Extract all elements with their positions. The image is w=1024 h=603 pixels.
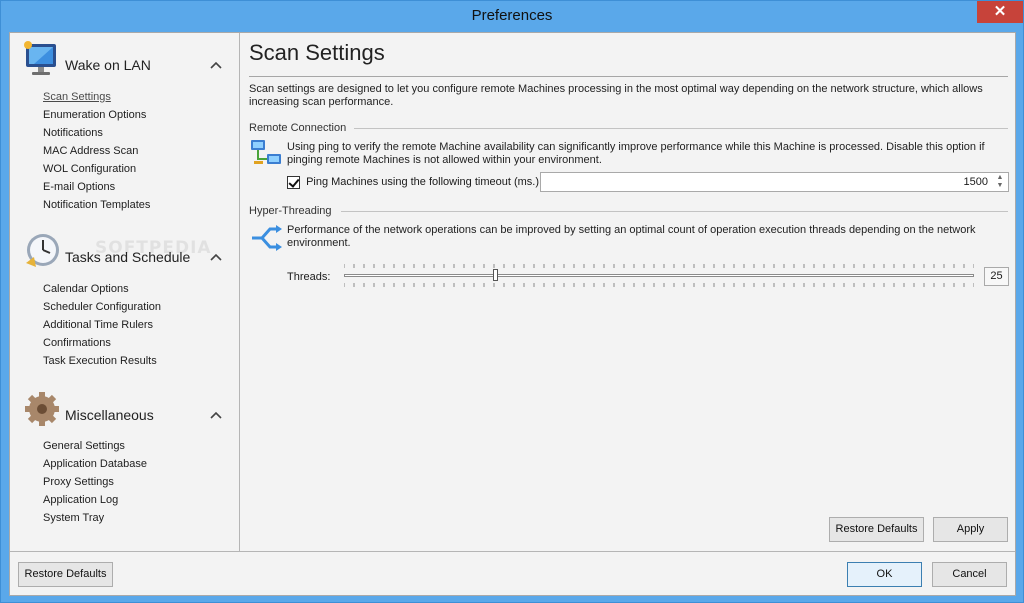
slider-ticks-bottom	[344, 283, 974, 287]
sidebar: SOFTPEDIA Wake on LAN Scan Settings Enum…	[10, 33, 240, 551]
window-title: Preferences	[471, 7, 553, 24]
threads-label: Threads:	[287, 271, 331, 283]
threads-slider[interactable]	[344, 261, 974, 287]
page-title: Scan Settings	[249, 40, 385, 65]
section-divider	[341, 211, 1008, 212]
sidebar-item-system-tray[interactable]: System Tray	[43, 509, 147, 527]
group-header-tasks-and-schedule[interactable]: Tasks and Schedule	[10, 231, 240, 281]
sidebar-item-email-options[interactable]: E-mail Options	[43, 178, 150, 196]
remote-connection-text: Using ping to verify the remote Machine …	[287, 141, 985, 166]
sidebar-item-application-log[interactable]: Application Log	[43, 491, 147, 509]
preferences-window: Preferences ✕ SOFTPEDIA Wake on LAN Scan…	[0, 0, 1024, 603]
sidebar-item-notification-templates[interactable]: Notification Templates	[43, 196, 150, 214]
network-ping-icon	[251, 140, 281, 164]
spin-arrows[interactable]: ▲ ▼	[994, 174, 1006, 190]
settings-panel: Scan Settings Scan settings are designed…	[241, 33, 1015, 551]
ping-timeout-input[interactable]: 1500 ▲ ▼	[540, 172, 1009, 192]
sidebar-item-scan-settings[interactable]: Scan Settings	[43, 88, 150, 106]
spin-up-icon[interactable]: ▲	[994, 174, 1006, 182]
slider-track[interactable]	[344, 274, 974, 277]
group-title: Tasks and Schedule	[65, 249, 191, 265]
ping-checkbox-label: Ping Machines using the following timeou…	[306, 176, 543, 188]
cancel-button[interactable]: Cancel	[932, 562, 1007, 587]
ok-button[interactable]: OK	[847, 562, 922, 587]
sidebar-item-general-settings[interactable]: General Settings	[43, 437, 147, 455]
sidebar-item-enumeration-options[interactable]: Enumeration Options	[43, 106, 150, 124]
clock-icon	[26, 234, 59, 267]
ping-timeout-value: 1500	[963, 176, 988, 188]
chevron-up-icon[interactable]	[210, 252, 222, 262]
ping-option[interactable]: Ping Machines using the following timeou…	[287, 174, 542, 190]
nav-list-tasks-and-schedule: Calendar Options Scheduler Configuration…	[43, 280, 161, 370]
section-heading-hyper-threading: Hyper-Threading	[249, 205, 332, 217]
chevron-up-icon[interactable]	[210, 410, 222, 420]
nav-list-wake-on-lan: Scan Settings Enumeration Options Notifi…	[43, 88, 150, 214]
spin-down-icon[interactable]: ▼	[994, 182, 1006, 190]
nav-list-miscellaneous: General Settings Application Database Pr…	[43, 437, 147, 527]
group-header-miscellaneous[interactable]: Miscellaneous	[10, 389, 240, 439]
restore-defaults-panel-button[interactable]: Restore Defaults	[829, 517, 924, 542]
sidebar-item-notifications[interactable]: Notifications	[43, 124, 150, 142]
sidebar-item-scheduler-configuration[interactable]: Scheduler Configuration	[43, 298, 161, 316]
ping-checkbox[interactable]	[287, 175, 300, 189]
dialog-footer: Restore Defaults OK Cancel	[10, 551, 1015, 596]
sidebar-item-confirmations[interactable]: Confirmations	[43, 334, 161, 352]
monitor-icon	[24, 41, 56, 75]
sidebar-item-task-execution-results[interactable]: Task Execution Results	[43, 352, 161, 370]
gear-icon	[25, 392, 59, 426]
group-title: Wake on LAN	[65, 57, 151, 73]
group-header-wake-on-lan[interactable]: Wake on LAN	[10, 39, 240, 89]
sidebar-item-additional-time-rulers[interactable]: Additional Time Rulers	[43, 316, 161, 334]
chevron-up-icon[interactable]	[210, 60, 222, 70]
slider-ticks-top	[344, 264, 974, 268]
hyper-threading-icon	[252, 225, 282, 251]
threads-value: 25	[984, 267, 1009, 286]
apply-button[interactable]: Apply	[933, 517, 1008, 542]
sidebar-item-proxy-settings[interactable]: Proxy Settings	[43, 473, 147, 491]
section-divider	[354, 128, 1008, 129]
title-divider	[249, 76, 1008, 77]
group-title: Miscellaneous	[65, 407, 154, 423]
slider-thumb[interactable]	[493, 269, 498, 281]
sidebar-item-mac-address-scan[interactable]: MAC Address Scan	[43, 142, 150, 160]
close-button[interactable]: ✕	[977, 1, 1023, 23]
sidebar-item-calendar-options[interactable]: Calendar Options	[43, 280, 161, 298]
page-description: Scan settings are designed to let you co…	[249, 83, 983, 108]
dialog-body: SOFTPEDIA Wake on LAN Scan Settings Enum…	[9, 32, 1016, 596]
sidebar-item-application-database[interactable]: Application Database	[43, 455, 147, 473]
hyper-threading-text: Performance of the network operations ca…	[287, 224, 976, 249]
section-heading-remote-connection: Remote Connection	[249, 122, 347, 134]
sidebar-item-wol-configuration[interactable]: WOL Configuration	[43, 160, 150, 178]
restore-defaults-button[interactable]: Restore Defaults	[18, 562, 113, 587]
